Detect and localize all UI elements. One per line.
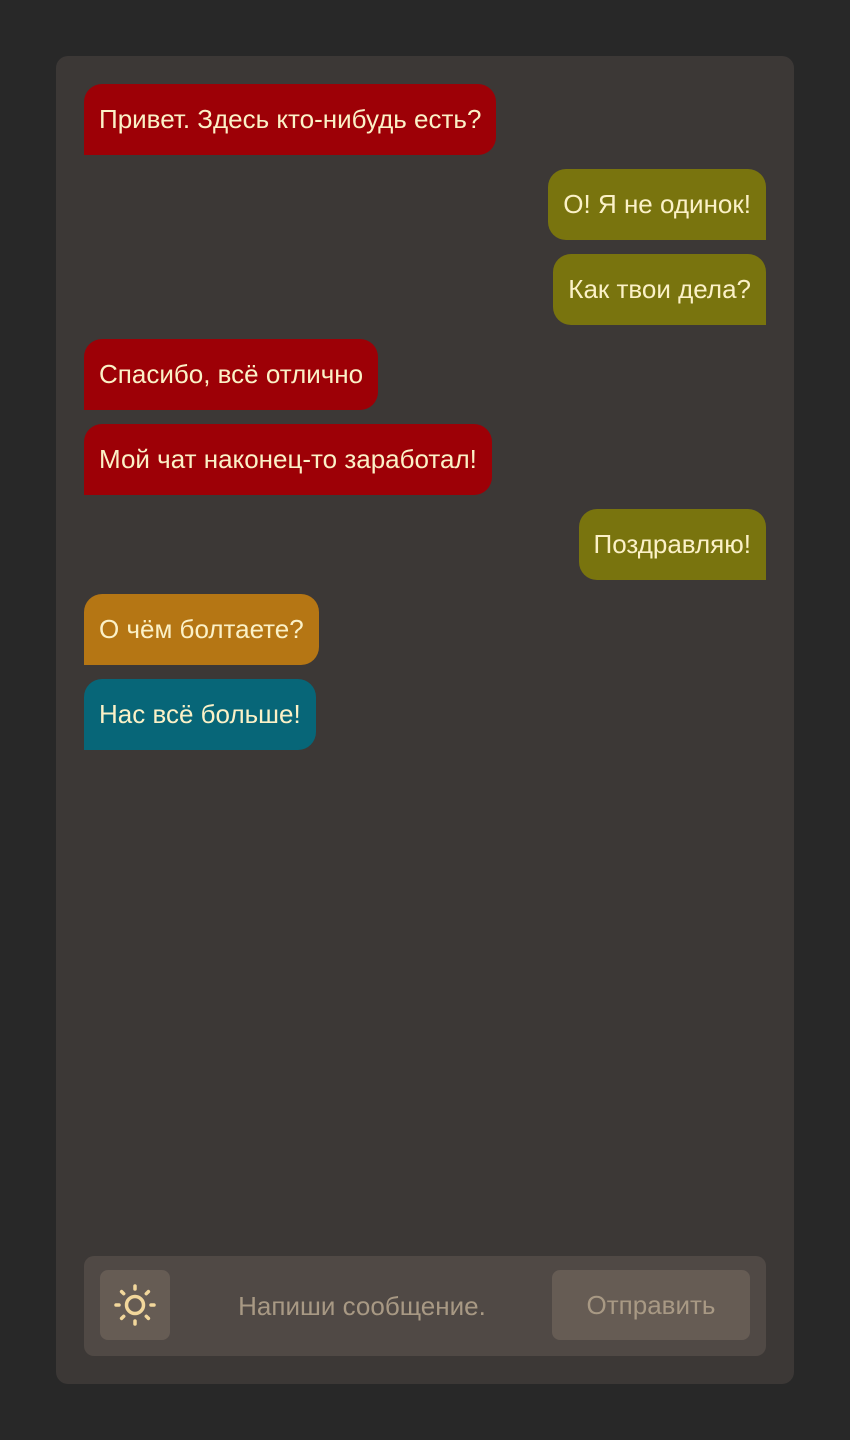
message-bubble: Нас всё больше! — [84, 679, 316, 750]
message-bubble: О чём болтаете? — [84, 594, 319, 665]
chat-window: Привет. Здесь кто-нибудь есть? О! Я не о… — [56, 56, 794, 1384]
message-composer: Отправить — [84, 1256, 766, 1356]
message-input[interactable] — [184, 1270, 540, 1342]
message-bubble: Спасибо, всё отлично — [84, 339, 379, 410]
send-button[interactable]: Отправить — [552, 1270, 750, 1340]
theme-toggle-button[interactable] — [100, 1270, 170, 1340]
sun-icon — [111, 1281, 159, 1329]
message-bubble: Поздравляю! — [578, 509, 766, 580]
message-bubble: Привет. Здесь кто-нибудь есть? — [84, 84, 497, 155]
message-bubble: О! Я не одинок! — [548, 169, 766, 240]
message-list: Привет. Здесь кто-нибудь есть? О! Я не о… — [84, 84, 766, 750]
message-bubble: Мой чат наконец-то заработал! — [84, 424, 492, 495]
message-bubble: Как твои дела? — [553, 254, 766, 325]
